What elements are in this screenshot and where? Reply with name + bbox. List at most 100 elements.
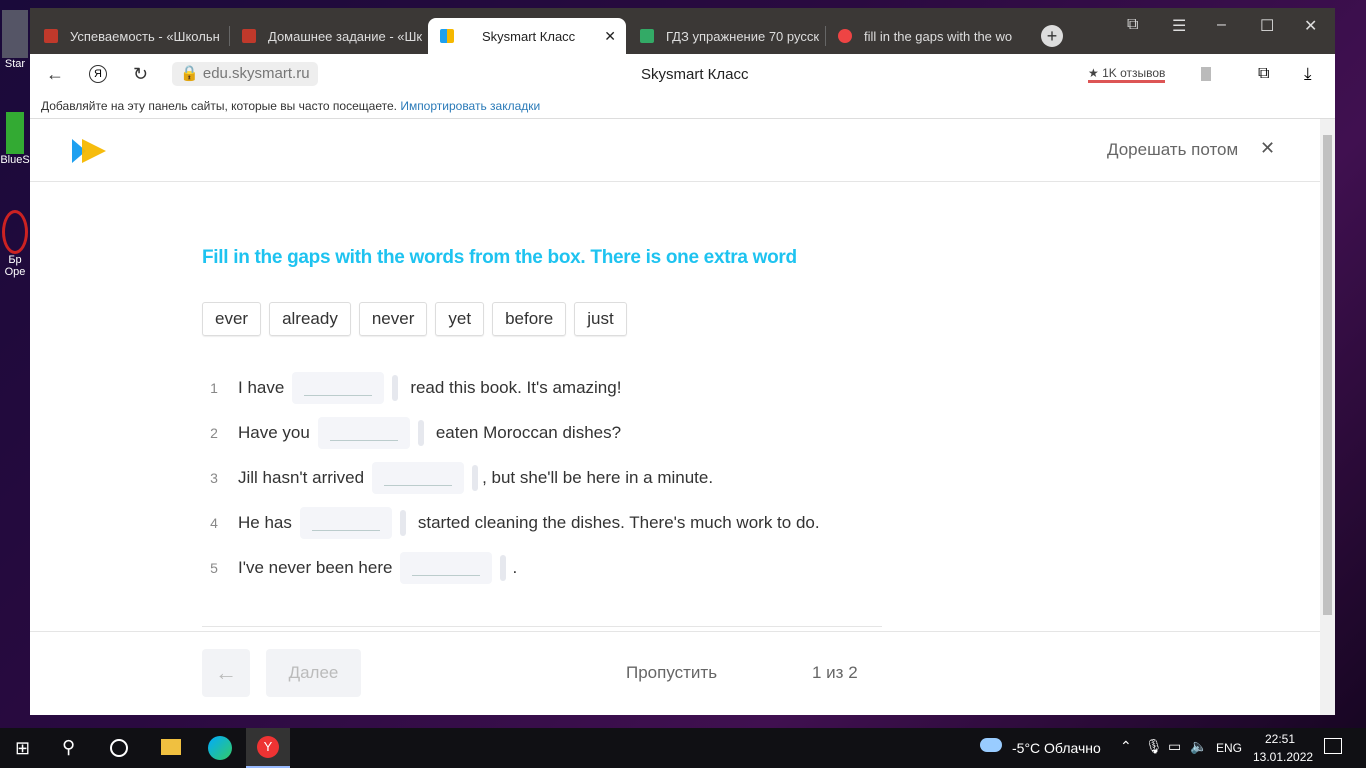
- answer-gap[interactable]: [299, 507, 392, 539]
- bookmark-icon[interactable]: [1201, 67, 1211, 81]
- tab-favicon-icon: [640, 29, 654, 43]
- gap-handle: [500, 555, 507, 581]
- language-indicator[interactable]: ENG: [1216, 741, 1242, 755]
- word-chip[interactable]: ever: [202, 302, 262, 336]
- maximize-icon[interactable]: ☐: [1260, 16, 1274, 36]
- download-icon[interactable]: ⤓: [1304, 64, 1312, 84]
- question-text: Have you: [238, 423, 310, 442]
- windows-start-icon[interactable]: ⊞: [15, 738, 30, 759]
- address-bar: ← Я ↻ 🔒 edu.skysmart.ru Skysmart Класс ★…: [30, 54, 1335, 94]
- tab-label: Домашнее задание - «Шк: [268, 28, 423, 44]
- question-number: 5: [210, 560, 218, 576]
- tab-favicon-icon: [242, 29, 256, 43]
- arrow-left-icon: ←: [215, 660, 237, 685]
- question-row: 3 Jill hasn't arrived , but she'll be here…: [202, 462, 713, 494]
- desktop-icon[interactable]: BlueS: [0, 112, 30, 166]
- question-number: 4: [210, 515, 218, 531]
- footer: ← Далее Пропустить 1 из 2: [30, 631, 1320, 715]
- tab-bar: Успеваемость - «Школьн Домашнее задание …: [30, 8, 1335, 54]
- answer-gap[interactable]: [317, 417, 410, 449]
- bookmarks-hint: Добавляйте на эту панель сайты, которые …: [41, 99, 397, 113]
- tab[interactable]: ГДЗ упражнение 70 русск: [628, 18, 824, 54]
- minimize-icon[interactable]: –: [1217, 16, 1226, 34]
- back-icon[interactable]: ←: [46, 64, 64, 85]
- lock-icon: 🔒: [180, 65, 199, 82]
- battery-icon[interactable]: ▭: [1168, 738, 1181, 755]
- word-chip[interactable]: yet: [435, 302, 485, 336]
- question-text: .: [512, 558, 518, 577]
- word-chip[interactable]: just: [574, 302, 627, 336]
- close-icon[interactable]: ✕: [1260, 138, 1275, 159]
- import-bookmarks-link[interactable]: Импортировать закладки: [400, 99, 540, 113]
- word-box: ever already never yet before just: [202, 302, 627, 336]
- question-text: started cleaning the dishes. There's muc…: [417, 513, 820, 532]
- gap-handle: [417, 420, 424, 446]
- question-text: read this book. It's amazing!: [410, 378, 622, 397]
- tab-label: Успеваемость - «Школьн: [70, 28, 220, 44]
- tab-favicon-icon: [44, 29, 58, 43]
- new-tab-button[interactable]: +: [1041, 25, 1063, 47]
- microphone-icon[interactable]: 🎙: [1145, 738, 1163, 755]
- tab-active[interactable]: Skysmart Класс ✕: [428, 18, 626, 54]
- question-number: 1: [210, 380, 218, 396]
- gap-handle: [399, 510, 406, 536]
- word-chip[interactable]: before: [492, 302, 567, 336]
- answer-gap[interactable]: [400, 552, 493, 584]
- tab[interactable]: Домашнее задание - «Шк: [230, 18, 426, 54]
- bookmarks-icon[interactable]: ⧉: [1127, 16, 1138, 34]
- weather-text[interactable]: -5°C Облачно: [1012, 740, 1101, 756]
- desktop-icon[interactable]: Star: [0, 10, 30, 70]
- search-icon[interactable]: ⚲: [62, 737, 75, 758]
- browser-window: Успеваемость - «Школьн Домашнее задание …: [30, 8, 1335, 715]
- question-row: 2 Have you eaten Moroccan dishes?: [202, 417, 621, 449]
- solve-later-button[interactable]: Дорешать потом: [1107, 140, 1238, 160]
- menu-icon[interactable]: ☰: [1172, 16, 1186, 36]
- scrollbar[interactable]: [1320, 119, 1335, 715]
- yandex-browser-taskbar-button[interactable]: Y: [246, 728, 290, 768]
- volume-icon[interactable]: 🔈: [1190, 738, 1207, 755]
- extensions-icon[interactable]: ⧉: [1258, 65, 1269, 83]
- close-window-icon[interactable]: ✕: [1304, 16, 1317, 36]
- file-explorer-icon[interactable]: [161, 739, 181, 755]
- desktop-icon[interactable]: Бр Оре: [0, 210, 30, 278]
- question-text: I have: [238, 378, 285, 397]
- prev-button[interactable]: ←: [202, 649, 250, 697]
- notifications-icon[interactable]: [1324, 738, 1342, 754]
- question-number: 3: [210, 470, 218, 486]
- chevron-up-icon[interactable]: ⌃: [1120, 738, 1132, 755]
- tab-label: ГДЗ упражнение 70 русск: [666, 28, 820, 44]
- question-text: , but she'll be here in a minute.: [482, 468, 714, 487]
- taskbar: ⊞ ⚲ Y -5°C Облачно ⌃ 🎙 ▭ 🔈 ENG 22:51 13.…: [0, 728, 1366, 768]
- tab[interactable]: fill in the gaps with the wo: [826, 18, 1022, 54]
- reload-icon[interactable]: ↻: [133, 64, 148, 85]
- question-row: 5 I've never been here.: [202, 552, 517, 584]
- yandex-icon[interactable]: Я: [89, 65, 107, 83]
- answer-gap[interactable]: [372, 462, 465, 494]
- bookmarks-bar: Добавляйте на эту панель сайты, которые …: [30, 94, 1335, 119]
- skip-button[interactable]: Пропустить: [626, 663, 717, 683]
- tab[interactable]: Успеваемость - «Школьн: [32, 18, 228, 54]
- question-text: eaten Moroccan dishes?: [435, 423, 622, 442]
- task-title: Fill in the gaps with the words from the…: [202, 247, 797, 268]
- clock-date[interactable]: 13.01.2022: [1253, 750, 1313, 764]
- next-button[interactable]: Далее: [266, 649, 361, 697]
- gap-handle: [392, 375, 399, 401]
- question-row: 4 He has started cleaning the dishes. Ther…: [202, 507, 820, 539]
- word-chip[interactable]: already: [269, 302, 351, 336]
- question-number: 2: [210, 425, 218, 441]
- cortana-icon[interactable]: [110, 739, 128, 757]
- question-row: 1 I have read this book. It's amazing!: [202, 372, 621, 404]
- word-chip[interactable]: never: [358, 302, 428, 336]
- question-text: Jill hasn't arrived: [238, 468, 365, 487]
- reviews-button[interactable]: ★ 1K отзывов: [1088, 66, 1166, 83]
- close-tab-icon[interactable]: ✕: [604, 28, 616, 45]
- clock-time[interactable]: 22:51: [1265, 732, 1295, 746]
- answer-gap[interactable]: [292, 372, 385, 404]
- url-field[interactable]: 🔒 edu.skysmart.ru: [172, 62, 318, 86]
- question-text: He has: [238, 513, 292, 532]
- divider: [202, 626, 882, 627]
- edge-icon[interactable]: [208, 736, 232, 760]
- page-title: Skysmart Класс: [641, 65, 749, 83]
- tab-label: Skysmart Класс: [482, 28, 576, 44]
- page-content: Дорешать потом ✕ Fill in the gaps with t…: [30, 119, 1320, 715]
